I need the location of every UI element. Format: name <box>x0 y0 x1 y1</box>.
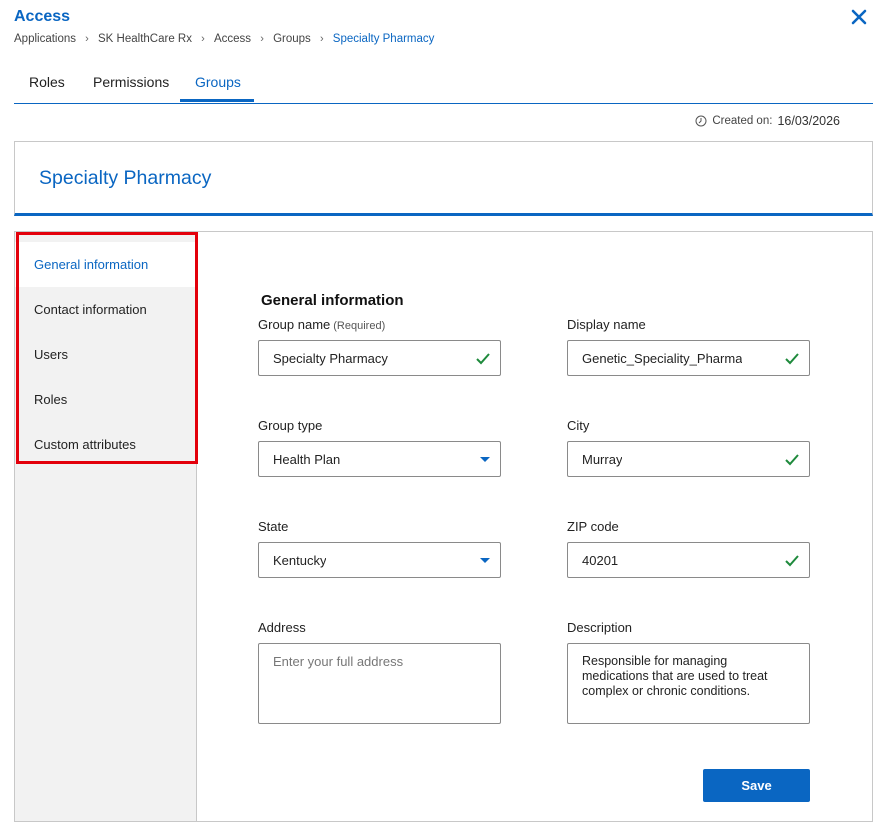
tab-bar: Roles Permissions Groups <box>14 68 873 104</box>
zip-code-value: 40201 <box>582 552 619 568</box>
form-heading: General information <box>261 292 404 309</box>
group-name-label: Group name (Required) <box>258 317 385 332</box>
display-name-value: Genetic_Speciality_Pharma <box>582 350 743 366</box>
chevron-right-icon: › <box>319 33 324 45</box>
clock-icon <box>695 115 707 127</box>
save-button[interactable]: Save <box>703 769 810 802</box>
state-value: Kentucky <box>273 552 327 568</box>
sidebar-item-contact-information[interactable]: Contact information <box>15 287 196 332</box>
chevron-right-icon: › <box>260 33 264 45</box>
checkmark-icon <box>785 353 799 365</box>
group-details-panel: General information Contact information … <box>14 231 873 822</box>
address-textarea[interactable]: Enter your full address <box>258 643 501 724</box>
group-title: Specialty Pharmacy <box>39 167 212 189</box>
breadcrumb-access[interactable]: Access <box>214 33 251 45</box>
address-label: Address <box>258 620 306 635</box>
description-label: Description <box>567 620 633 635</box>
zip-code-label: ZIP code <box>567 519 619 534</box>
sidebar-item-users[interactable]: Users <box>15 332 196 377</box>
breadcrumb-groups[interactable]: Groups <box>273 33 311 45</box>
chevron-right-icon: › <box>201 33 205 45</box>
checkmark-icon <box>785 454 799 466</box>
display-name-label: Display name <box>567 317 646 332</box>
active-tab-indicator <box>180 99 254 102</box>
sidebar: General information Contact information … <box>15 232 197 821</box>
created-date: 16/03/2026 <box>777 114 840 128</box>
required-indicator: (Required) <box>333 320 386 332</box>
created-on: Created on: 16/03/2026 <box>695 114 840 128</box>
description-value: Responsible for managing medications tha… <box>582 654 768 698</box>
group-type-select[interactable]: Health Plan <box>258 441 501 477</box>
city-value: Murray <box>582 451 623 467</box>
description-textarea[interactable]: Responsible for managing medications tha… <box>567 643 810 724</box>
chevron-right-icon: › <box>85 33 89 45</box>
close-icon <box>851 9 867 25</box>
caret-down-icon <box>480 457 490 462</box>
close-button[interactable] <box>848 6 870 28</box>
created-label: Created on: <box>712 115 773 127</box>
sidebar-item-general-information[interactable]: General information <box>15 242 196 287</box>
app-title: Access <box>14 8 71 25</box>
caret-down-icon <box>480 558 490 563</box>
breadcrumb-current: Specialty Pharmacy <box>332 33 435 45</box>
display-name-input[interactable]: Genetic_Speciality_Pharma <box>567 340 810 376</box>
group-name-label-text: Group name <box>258 317 331 332</box>
group-type-value: Health Plan <box>273 451 341 467</box>
tab-permissions[interactable]: Permissions <box>93 74 169 90</box>
sidebar-item-custom-attributes[interactable]: Custom attributes <box>15 422 196 467</box>
city-input[interactable]: Murray <box>567 441 810 477</box>
city-label: City <box>567 418 590 433</box>
breadcrumb-applications[interactable]: Applications <box>14 33 76 45</box>
zip-code-input[interactable]: 40201 <box>567 542 810 578</box>
group-name-value: Specialty Pharmacy <box>273 350 388 366</box>
group-header: Specialty Pharmacy <box>14 141 873 216</box>
checkmark-icon <box>785 555 799 567</box>
group-name-input[interactable]: Specialty Pharmacy <box>258 340 501 376</box>
checkmark-icon <box>476 353 490 365</box>
breadcrumb: Applications › SK HealthCare Rx › Access… <box>14 33 434 45</box>
tab-roles[interactable]: Roles <box>29 74 65 90</box>
state-select[interactable]: Kentucky <box>258 542 501 578</box>
state-label: State <box>258 519 289 534</box>
sidebar-item-roles[interactable]: Roles <box>15 377 196 422</box>
breadcrumb-sk-healthcare-rx[interactable]: SK HealthCare Rx <box>98 33 192 45</box>
tab-groups[interactable]: Groups <box>195 74 241 90</box>
group-type-label: Group type <box>258 418 323 433</box>
